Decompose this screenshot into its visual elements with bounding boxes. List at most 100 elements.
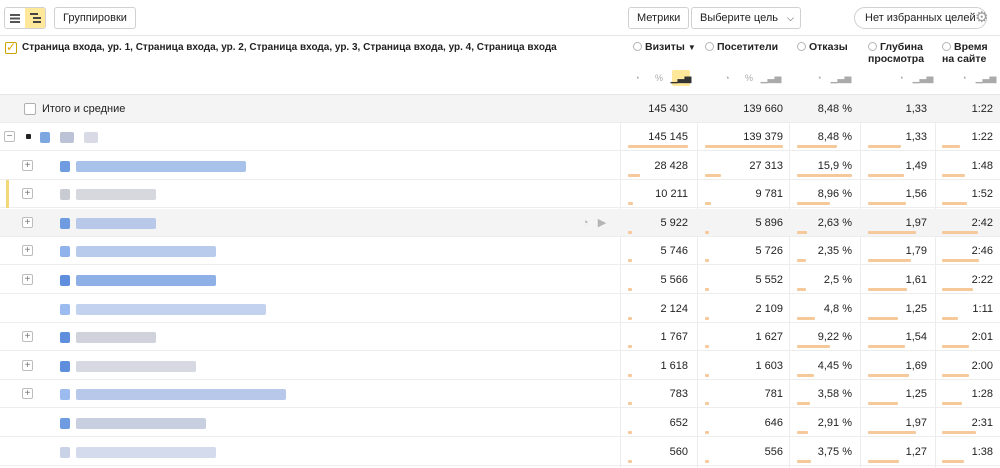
totals-visitors: 139 660 bbox=[743, 103, 783, 115]
metrics-button[interactable]: Метрики bbox=[628, 7, 690, 29]
gear-icon[interactable]: ⚙ bbox=[975, 10, 988, 26]
totals-label: Итого и средние bbox=[42, 103, 126, 115]
totals-checkbox[interactable] bbox=[24, 103, 36, 115]
bar-bounces bbox=[797, 230, 807, 234]
redacted-label bbox=[60, 132, 74, 143]
table-row[interactable]: +1 767 1 627 9,22 % 1,54 2:01 bbox=[0, 323, 1000, 352]
expand-icon[interactable]: + bbox=[22, 388, 33, 400]
select-all-checkbox[interactable] bbox=[5, 40, 17, 54]
cell-visits: 5 746 bbox=[660, 245, 688, 258]
view-toggle bbox=[4, 7, 46, 29]
bar-depth bbox=[868, 431, 916, 434]
totals-visits: 145 430 bbox=[648, 103, 688, 115]
table-row[interactable]: − 145 145 139 379 8,48 % 1,33 1:22 bbox=[0, 123, 1000, 151]
bar-time bbox=[942, 316, 958, 320]
table-row[interactable]: +10 211 9 781 8,96 % 1,56 1:52 bbox=[0, 180, 1000, 209]
table-row[interactable]: 652 646 2,91 % 1,97 2:31 bbox=[0, 409, 1000, 437]
column-header-visitors[interactable]: Посетители bbox=[705, 41, 778, 53]
pie-chart-icon[interactable]: ◔ bbox=[718, 70, 736, 86]
table-row[interactable]: + ◔ ▶ 5 922 5 896 2,63 % 1,97 2:42 bbox=[0, 208, 1000, 237]
redacted-label bbox=[60, 303, 70, 315]
list-view-icon[interactable] bbox=[5, 8, 25, 28]
pie-chart-icon[interactable]: ◔ bbox=[628, 70, 646, 86]
cell-depth: 1,61 bbox=[905, 274, 927, 286]
info-icon bbox=[868, 42, 877, 51]
bar-visitors bbox=[705, 459, 709, 463]
cell-depth: 1,27 bbox=[905, 445, 927, 458]
bar-chart-icon[interactable]: ▁▃▅ bbox=[913, 70, 934, 86]
expand-icon[interactable]: + bbox=[22, 274, 33, 285]
expand-icon[interactable]: + bbox=[22, 359, 33, 371]
bar-visits bbox=[628, 259, 632, 263]
bar-bounces bbox=[797, 202, 830, 206]
bar-time bbox=[942, 402, 962, 406]
cell-time: 2:31 bbox=[971, 417, 993, 429]
cell-bounces: 4,8 % bbox=[823, 302, 852, 315]
cell-visitors: 27 313 bbox=[749, 159, 783, 172]
expand-icon[interactable]: + bbox=[22, 331, 33, 343]
cell-visitors: 5 552 bbox=[755, 274, 783, 286]
pie-chart-icon[interactable]: ◔ bbox=[955, 70, 973, 86]
bar-chart-icon[interactable]: ▁▃▅ bbox=[761, 70, 782, 86]
groupings-button[interactable]: Группировки bbox=[54, 7, 136, 29]
percent-icon[interactable]: % bbox=[650, 70, 668, 86]
column-header-visits[interactable]: Визиты ▼ bbox=[633, 41, 696, 54]
table-row[interactable]: 560 556 3,75 % 1,27 1:38 bbox=[0, 438, 1000, 466]
expand-icon[interactable]: + bbox=[22, 245, 33, 257]
cell-bounces: 3,58 % bbox=[817, 388, 852, 401]
cell-depth: 1,25 bbox=[905, 388, 927, 401]
column-header-time[interactable]: Время на сайте bbox=[942, 41, 998, 65]
info-icon bbox=[705, 42, 714, 51]
depth-view-icons: ◔ ▁▃▅ bbox=[892, 70, 934, 86]
bar-visits bbox=[628, 316, 632, 320]
bar-visitors bbox=[705, 345, 709, 349]
column-header-depth[interactable]: Глубина просмотра bbox=[868, 41, 932, 65]
bar-visits bbox=[628, 288, 632, 291]
pie-chart-icon[interactable]: ◔ bbox=[582, 217, 589, 229]
redacted-label bbox=[76, 246, 216, 258]
cell-visitors: 139 379 bbox=[743, 131, 783, 143]
tree-view-icon[interactable] bbox=[25, 8, 45, 28]
time-view-icons: ◔ ▁▃▅ bbox=[955, 70, 997, 86]
cell-time: 2:01 bbox=[971, 331, 993, 344]
expand-icon[interactable]: + bbox=[22, 159, 33, 171]
play-icon[interactable]: ▶ bbox=[598, 217, 606, 229]
row-highlight-marker bbox=[6, 180, 9, 209]
table-row[interactable]: +5 566 5 552 2,5 % 1,61 2:22 bbox=[0, 266, 1000, 294]
bar-time bbox=[942, 259, 980, 263]
bar-visits bbox=[628, 173, 640, 177]
cell-bounces: 4,45 % bbox=[817, 359, 852, 372]
bar-depth bbox=[868, 316, 898, 320]
percent-icon[interactable]: % bbox=[740, 70, 758, 86]
cell-visits: 2 124 bbox=[660, 302, 688, 315]
table-row[interactable]: +28 428 27 313 15,9 % 1,49 1:48 bbox=[0, 152, 1000, 180]
bounces-view-icons: ◔ ▁▃▅ bbox=[810, 70, 852, 86]
redacted-label bbox=[60, 418, 70, 429]
table-row[interactable]: +1 618 1 603 4,45 % 1,69 2:00 bbox=[0, 352, 1000, 380]
column-header-bounces[interactable]: Отказы bbox=[797, 41, 848, 53]
cell-time: 2:42 bbox=[971, 216, 993, 229]
bar-chart-icon[interactable]: ▁▃▅ bbox=[671, 70, 691, 86]
chevron-down-icon: ⌵ bbox=[787, 13, 794, 23]
row-actions: ◔ ▶ bbox=[582, 216, 606, 229]
sort-desc-icon: ▼ bbox=[687, 43, 696, 52]
bar-depth bbox=[868, 202, 906, 206]
table-row[interactable]: 2 124 2 109 4,8 % 1,25 1:11 bbox=[0, 295, 1000, 323]
goal-select-label: Выберите цель bbox=[700, 12, 778, 24]
expand-icon[interactable]: + bbox=[22, 216, 33, 228]
cell-bounces: 2,91 % bbox=[817, 417, 852, 429]
redacted-label bbox=[40, 132, 50, 143]
cell-time: 1:52 bbox=[971, 188, 993, 201]
collapse-icon[interactable]: − bbox=[4, 131, 15, 142]
pie-chart-icon[interactable]: ◔ bbox=[892, 70, 910, 86]
table-row[interactable]: +5 746 5 726 2,35 % 1,79 2:46 bbox=[0, 237, 1000, 266]
cell-bounces: 3,75 % bbox=[817, 445, 852, 458]
bar-chart-icon[interactable]: ▁▃▅ bbox=[976, 70, 997, 86]
expand-icon[interactable]: + bbox=[22, 188, 33, 200]
bar-chart-icon[interactable]: ▁▃▅ bbox=[831, 70, 852, 86]
pie-chart-icon[interactable]: ◔ bbox=[810, 70, 828, 86]
table-row[interactable]: +783 781 3,58 % 1,25 1:28 bbox=[0, 380, 1000, 409]
goal-select[interactable]: Выберите цель ⌵ bbox=[691, 7, 801, 29]
cell-depth: 1,69 bbox=[905, 359, 927, 372]
favorite-goals-pill[interactable]: Нет избранных целей bbox=[854, 7, 987, 29]
